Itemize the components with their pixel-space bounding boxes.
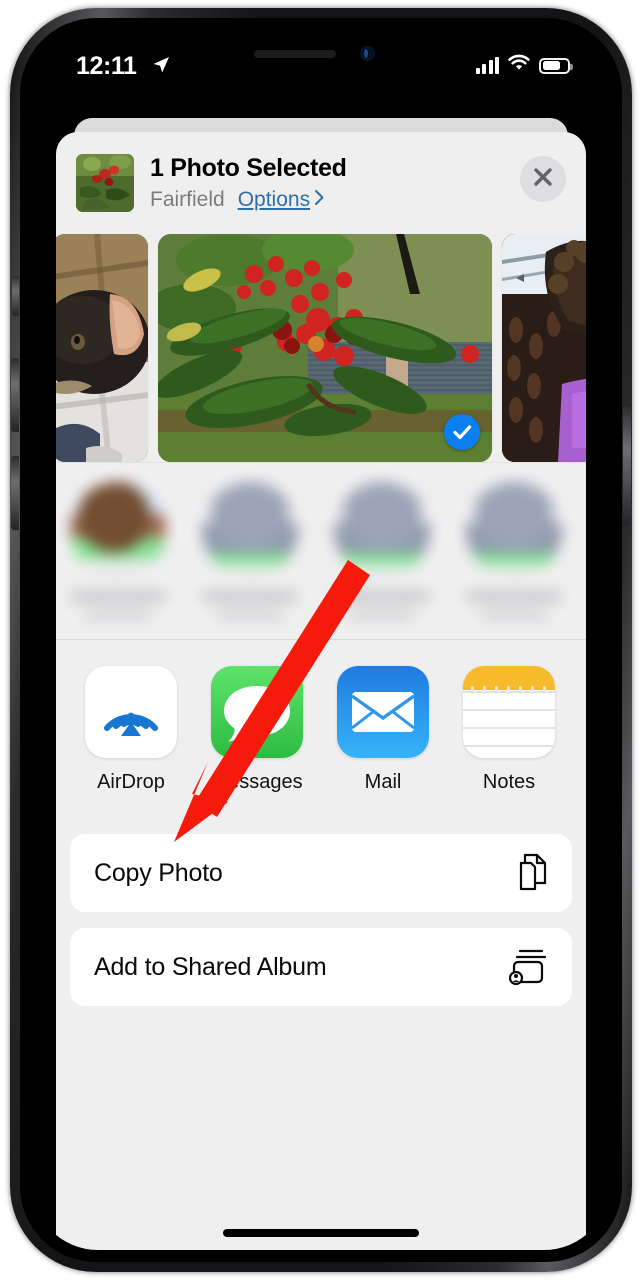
volume-down-button[interactable] [11, 456, 19, 530]
front-camera-icon [360, 46, 375, 61]
contact-app-label [480, 609, 548, 621]
share-target-label: Notes [482, 771, 536, 793]
device-notch [208, 30, 434, 74]
share-target-label: AirDrop [97, 771, 165, 793]
avatar [466, 481, 562, 578]
airdrop-icon [85, 666, 177, 758]
shared-album-icon [508, 948, 548, 986]
suggested-contacts-row[interactable] [56, 462, 586, 640]
suggested-contact-item[interactable] [202, 481, 298, 621]
wifi-icon [507, 54, 531, 77]
cellular-bars-icon [475, 57, 499, 74]
photo-thumbnail-selected-main[interactable] [158, 234, 492, 462]
avatar [334, 481, 430, 578]
photo-thumbnail-unselected-left[interactable] [56, 234, 148, 462]
action-row-copy-photo[interactable]: Copy Photo [70, 834, 572, 912]
action-row-add-to-shared-album[interactable]: Add to Shared Album [70, 928, 572, 1006]
location-arrow-icon [151, 55, 171, 80]
volume-up-button[interactable] [11, 358, 19, 432]
suggested-contact-item[interactable] [466, 481, 562, 621]
close-button[interactable] [520, 156, 566, 202]
avatar [70, 481, 166, 578]
contact-name-label [466, 589, 562, 603]
share-sheet-header: 1 Photo Selected Fairfield Options [56, 132, 586, 234]
share-app-row[interactable]: AirDrop Messages Mail Notes [56, 640, 586, 818]
options-link[interactable]: Options [238, 188, 325, 212]
close-x-icon [532, 166, 554, 193]
speaker-grille-icon [254, 50, 336, 58]
power-button[interactable] [623, 406, 631, 526]
suggested-contact-item[interactable] [70, 481, 166, 621]
avatar [202, 481, 298, 578]
action-label: Add to Shared Album [94, 952, 327, 981]
messages-icon [211, 666, 303, 758]
share-sheet-subtitle-row: Fairfield Options [150, 188, 504, 212]
share-target-airdrop[interactable]: AirDrop [68, 666, 194, 818]
photo-selected-check-badge[interactable] [444, 414, 480, 450]
share-sheet-title-block: 1 Photo Selected Fairfield Options [150, 154, 504, 212]
share-sheet: 1 Photo Selected Fairfield Options AirDr… [56, 132, 586, 1250]
contact-app-label [348, 609, 416, 621]
contact-name-label [202, 589, 298, 603]
share-target-label: Mail [364, 771, 402, 793]
share-target-reminders[interactable]: Re [572, 666, 586, 818]
chevron-right-icon [314, 188, 325, 212]
status-bar-time: 12:11 [76, 52, 137, 80]
contact-app-label [84, 609, 152, 621]
action-label: Copy Photo [94, 858, 223, 887]
photo-strip[interactable] [56, 234, 586, 462]
mail-icon [337, 666, 429, 758]
share-target-notes[interactable]: Notes [446, 666, 572, 818]
page-title: 1 Photo Selected [150, 154, 347, 182]
contact-app-label [216, 609, 284, 621]
home-indicator[interactable] [223, 1229, 419, 1237]
notes-icon [463, 666, 555, 758]
share-action-list: Copy Photo Add to Shared Album [56, 818, 586, 1006]
status-bar-indicators [475, 54, 573, 77]
photo-location-label: Fairfield [150, 188, 225, 212]
share-target-label: Messages [211, 771, 303, 793]
share-target-messages[interactable]: Messages [194, 666, 320, 818]
battery-icon [539, 57, 573, 74]
options-link-label: Options [237, 188, 311, 212]
suggested-contact-item[interactable] [334, 481, 430, 621]
contact-name-label [70, 589, 166, 603]
copy-documents-icon [512, 853, 548, 893]
photo-thumbnail-unselected-right[interactable] [502, 234, 586, 462]
silent-switch-button[interactable] [12, 276, 19, 316]
share-target-mail[interactable]: Mail [320, 666, 446, 818]
phone-screen: 12:11 1 Photo Selected Fairfield Options… [32, 30, 610, 1250]
iphone-device-frame: 12:11 1 Photo Selected Fairfield Options… [10, 8, 632, 1272]
contact-name-label [334, 589, 430, 603]
selected-photo-thumbnail[interactable] [76, 154, 134, 212]
